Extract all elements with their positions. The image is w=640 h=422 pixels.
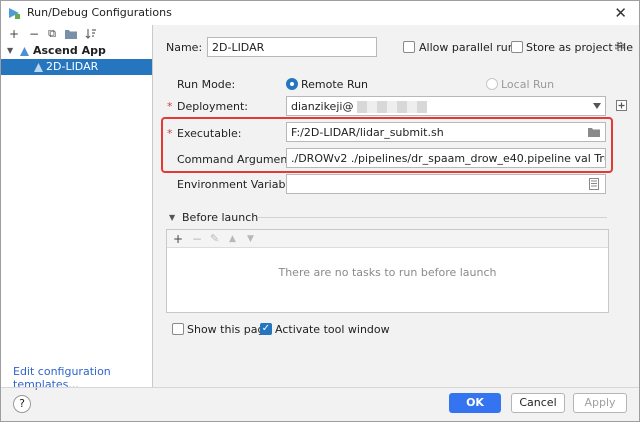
before-launch-label[interactable]: Before launch bbox=[182, 211, 258, 224]
store-as-project-file-checkbox[interactable] bbox=[511, 41, 523, 53]
before-launch-empty-message: There are no tasks to run before launch bbox=[278, 266, 497, 279]
ok-button[interactable]: OK bbox=[449, 393, 501, 413]
run-mode-label: Run Mode: bbox=[177, 78, 236, 91]
remote-run-radio[interactable] bbox=[286, 78, 298, 90]
document-icon[interactable] bbox=[589, 178, 599, 190]
required-mark: * bbox=[167, 100, 173, 113]
run-debug-configurations-dialog: Run/Debug Configurations ✕ + − ⧉ ▼ Ascen… bbox=[0, 0, 640, 422]
move-to-folder-icon[interactable] bbox=[65, 29, 77, 39]
remote-run-label: Remote Run bbox=[301, 78, 369, 91]
show-this-page-checkbox[interactable] bbox=[172, 323, 184, 335]
remove-task-button[interactable]: − bbox=[192, 231, 202, 247]
apply-button[interactable]: Apply bbox=[573, 393, 627, 413]
window-title: Run/Debug Configurations bbox=[27, 6, 172, 19]
name-label: Name: bbox=[166, 41, 203, 54]
footer-divider bbox=[1, 387, 639, 388]
add-task-button[interactable]: + bbox=[173, 231, 183, 247]
chevron-down-icon[interactable]: ▼ bbox=[7, 43, 13, 59]
cancel-button[interactable]: Cancel bbox=[511, 393, 565, 413]
remove-configuration-button[interactable]: − bbox=[27, 25, 41, 43]
before-launch-panel: + − ✎ ▲ ▼ There are no tasks to run befo… bbox=[166, 229, 609, 313]
local-run-radio[interactable] bbox=[486, 78, 498, 90]
command-arguments-label: Command Arguments: bbox=[177, 153, 302, 166]
configurations-tree-panel: + − ⧉ ▼ Ascend App 2D-LIDAR Edit configu… bbox=[1, 25, 153, 391]
chevron-down-icon[interactable]: ▼ bbox=[169, 213, 175, 222]
allow-parallel-run-checkbox[interactable] bbox=[403, 41, 415, 53]
copy-configuration-button[interactable]: ⧉ bbox=[45, 25, 59, 43]
command-arguments-field[interactable]: ./DROWv2 ./pipelines/dr_spaam_drow_e40.p… bbox=[286, 148, 606, 168]
folder-icon[interactable] bbox=[588, 127, 600, 137]
run-debug-icon bbox=[9, 8, 20, 19]
edit-task-button[interactable]: ✎ bbox=[210, 231, 219, 247]
deployment-select[interactable]: dianzikeji@ bbox=[286, 96, 606, 116]
close-icon[interactable]: ✕ bbox=[614, 4, 627, 22]
obscured-host bbox=[356, 101, 427, 113]
before-launch-toolbar: + − ✎ ▲ ▼ bbox=[167, 230, 608, 248]
activate-tool-window-checkbox[interactable]: ✓ bbox=[260, 323, 272, 335]
move-down-button[interactable]: ▼ bbox=[247, 231, 254, 247]
sort-icon[interactable] bbox=[85, 28, 97, 40]
required-mark: * bbox=[167, 127, 173, 140]
ascend-app-icon bbox=[20, 47, 29, 56]
activate-tool-window-label: Activate tool window bbox=[275, 323, 390, 336]
ascend-app-icon bbox=[34, 63, 43, 72]
name-field[interactable]: 2D-LIDAR bbox=[207, 37, 377, 57]
allow-parallel-run-label: Allow parallel run bbox=[419, 41, 515, 54]
add-configuration-button[interactable]: + bbox=[7, 25, 21, 43]
executable-label: Executable: bbox=[177, 127, 242, 140]
tree-item-2d-lidar[interactable]: 2D-LIDAR bbox=[1, 59, 152, 75]
environment-variables-field[interactable] bbox=[286, 174, 606, 194]
help-button[interactable]: ? bbox=[13, 395, 31, 413]
executable-value: F:/2D-LIDAR/lidar_submit.sh bbox=[291, 126, 444, 139]
title-bar: Run/Debug Configurations ✕ bbox=[1, 1, 639, 25]
gear-icon[interactable] bbox=[614, 41, 625, 52]
tree-group-ascend-app[interactable]: ▼ Ascend App bbox=[1, 43, 152, 59]
deployment-label: Deployment: bbox=[177, 100, 248, 113]
add-deployment-icon[interactable] bbox=[616, 100, 627, 111]
tree-item-label: 2D-LIDAR bbox=[46, 60, 99, 73]
section-divider bbox=[257, 217, 607, 218]
tree-group-label: Ascend App bbox=[33, 44, 106, 57]
chevron-down-icon bbox=[593, 103, 601, 109]
show-this-page-label: Show this page bbox=[187, 323, 272, 336]
deployment-value: dianzikeji@ bbox=[291, 100, 354, 113]
move-up-button[interactable]: ▲ bbox=[229, 231, 236, 247]
local-run-label: Local Run bbox=[501, 78, 555, 91]
executable-field[interactable]: F:/2D-LIDAR/lidar_submit.sh bbox=[286, 122, 606, 142]
